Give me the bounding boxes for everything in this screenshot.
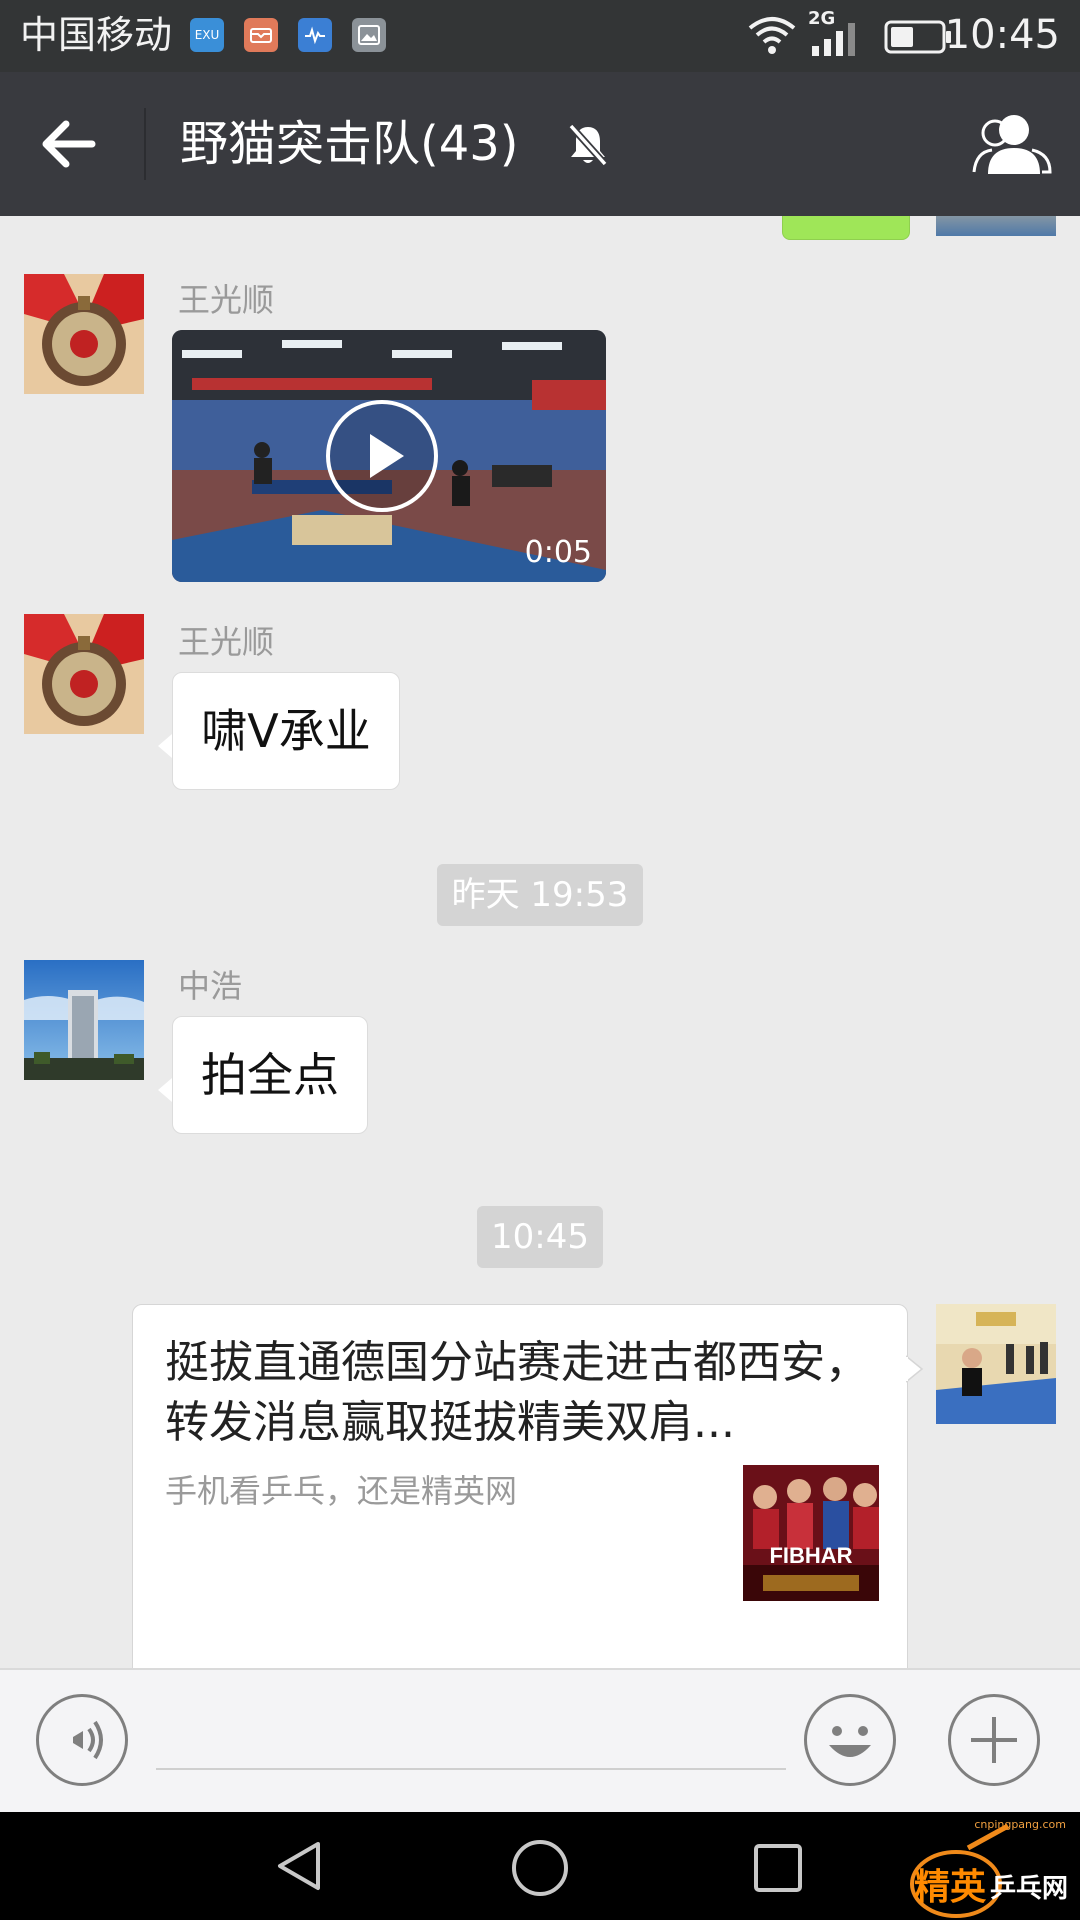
signal-icon [812, 23, 855, 56]
thumbnail-brand: FIBHAR [769, 1543, 853, 1568]
bubble-tail-right [906, 1355, 924, 1383]
timestamp-text: 10:45 [491, 1217, 589, 1257]
voice-icon [73, 1720, 103, 1760]
link-card-thumbnail: FIBHAR [743, 1465, 879, 1601]
bubble-tail [158, 1078, 172, 1102]
wifi-icon [748, 17, 796, 54]
nav-back-icon[interactable] [272, 1838, 328, 1894]
time-divider: 昨天 19:53 [437, 864, 643, 926]
message-text: 拍全点 [201, 1048, 339, 1102]
message-input[interactable] [156, 1704, 786, 1770]
watermark-text-orange: 精英 [914, 1867, 987, 1908]
nav-recents-icon[interactable] [752, 1842, 804, 1894]
chat-title-bar: 野猫突击队(43) [0, 72, 1080, 216]
bubble-tail [158, 734, 172, 758]
smiley-icon [829, 1726, 871, 1757]
mail-icon [244, 18, 278, 52]
timestamp-text: 昨天 19:53 [451, 875, 629, 915]
video-message[interactable]: 0:05 [172, 330, 606, 582]
back-arrow-icon[interactable] [36, 112, 108, 176]
chat-title: 野猫突击队(43) [180, 116, 519, 172]
sent-bubble-partial[interactable] [782, 216, 910, 240]
avatar-self-partial[interactable] [936, 216, 1056, 236]
nav-home-icon[interactable] [510, 1838, 570, 1898]
group-members-icon[interactable] [966, 112, 1052, 176]
avatar-building[interactable] [24, 960, 144, 1080]
link-card-title: 挺拔直通德国分站赛走进古都西安，转发消息赢取挺拔精美双肩... [165, 1337, 869, 1448]
mute-bell-icon [568, 123, 608, 167]
link-card-description: 手机看乒乓，还是精英网 [165, 1472, 518, 1510]
voice-toggle-button[interactable] [36, 1694, 128, 1786]
watermark-text-white: 乒乓网 [990, 1874, 1069, 1904]
plus-icon [971, 1717, 1017, 1763]
carrier-name: 中国移动 [20, 13, 173, 57]
title-divider [144, 108, 146, 180]
avatar-self[interactable] [936, 1304, 1056, 1424]
time-divider: 10:45 [477, 1206, 603, 1268]
more-options-button[interactable] [948, 1694, 1040, 1786]
link-card-message[interactable]: 挺拔直通德国分站赛走进古都西安，转发消息赢取挺拔精美双肩... 手机看乒乓，还是… [132, 1304, 908, 1668]
video-duration: 0:05 [524, 535, 592, 570]
battery-icon [884, 20, 951, 54]
message-text: 啸V承业 [201, 704, 371, 758]
health-icon [298, 18, 332, 52]
sender-name: 王光顺 [178, 623, 275, 661]
avatar-medal[interactable] [24, 274, 144, 394]
sender-name: 王光顺 [178, 281, 275, 319]
chat-message-list[interactable]: 王光顺 0:05 王光顺 啸V承业 昨天 19:53 中浩 拍全点 10:45 … [0, 216, 1080, 1668]
emoji-button[interactable] [804, 1694, 896, 1786]
text-message-bubble[interactable]: 啸V承业 [172, 672, 400, 790]
sender-name: 中浩 [178, 967, 243, 1005]
site-watermark-logo: cnpingpang.com 精英 乒乓网 [898, 1818, 1070, 1918]
text-message-bubble[interactable]: 拍全点 [172, 1016, 368, 1134]
app-icon: EXU [190, 18, 224, 52]
status-bar: 中国移动 EXU 2G 10:45 [0, 0, 1080, 72]
avatar-medal[interactable] [24, 614, 144, 734]
gallery-icon [352, 18, 386, 52]
status-time: 10:45 [944, 12, 1060, 58]
system-navigation-bar: cnpingpang.com 精英 乒乓网 [0, 1812, 1080, 1920]
chat-input-bar [0, 1668, 1080, 1812]
